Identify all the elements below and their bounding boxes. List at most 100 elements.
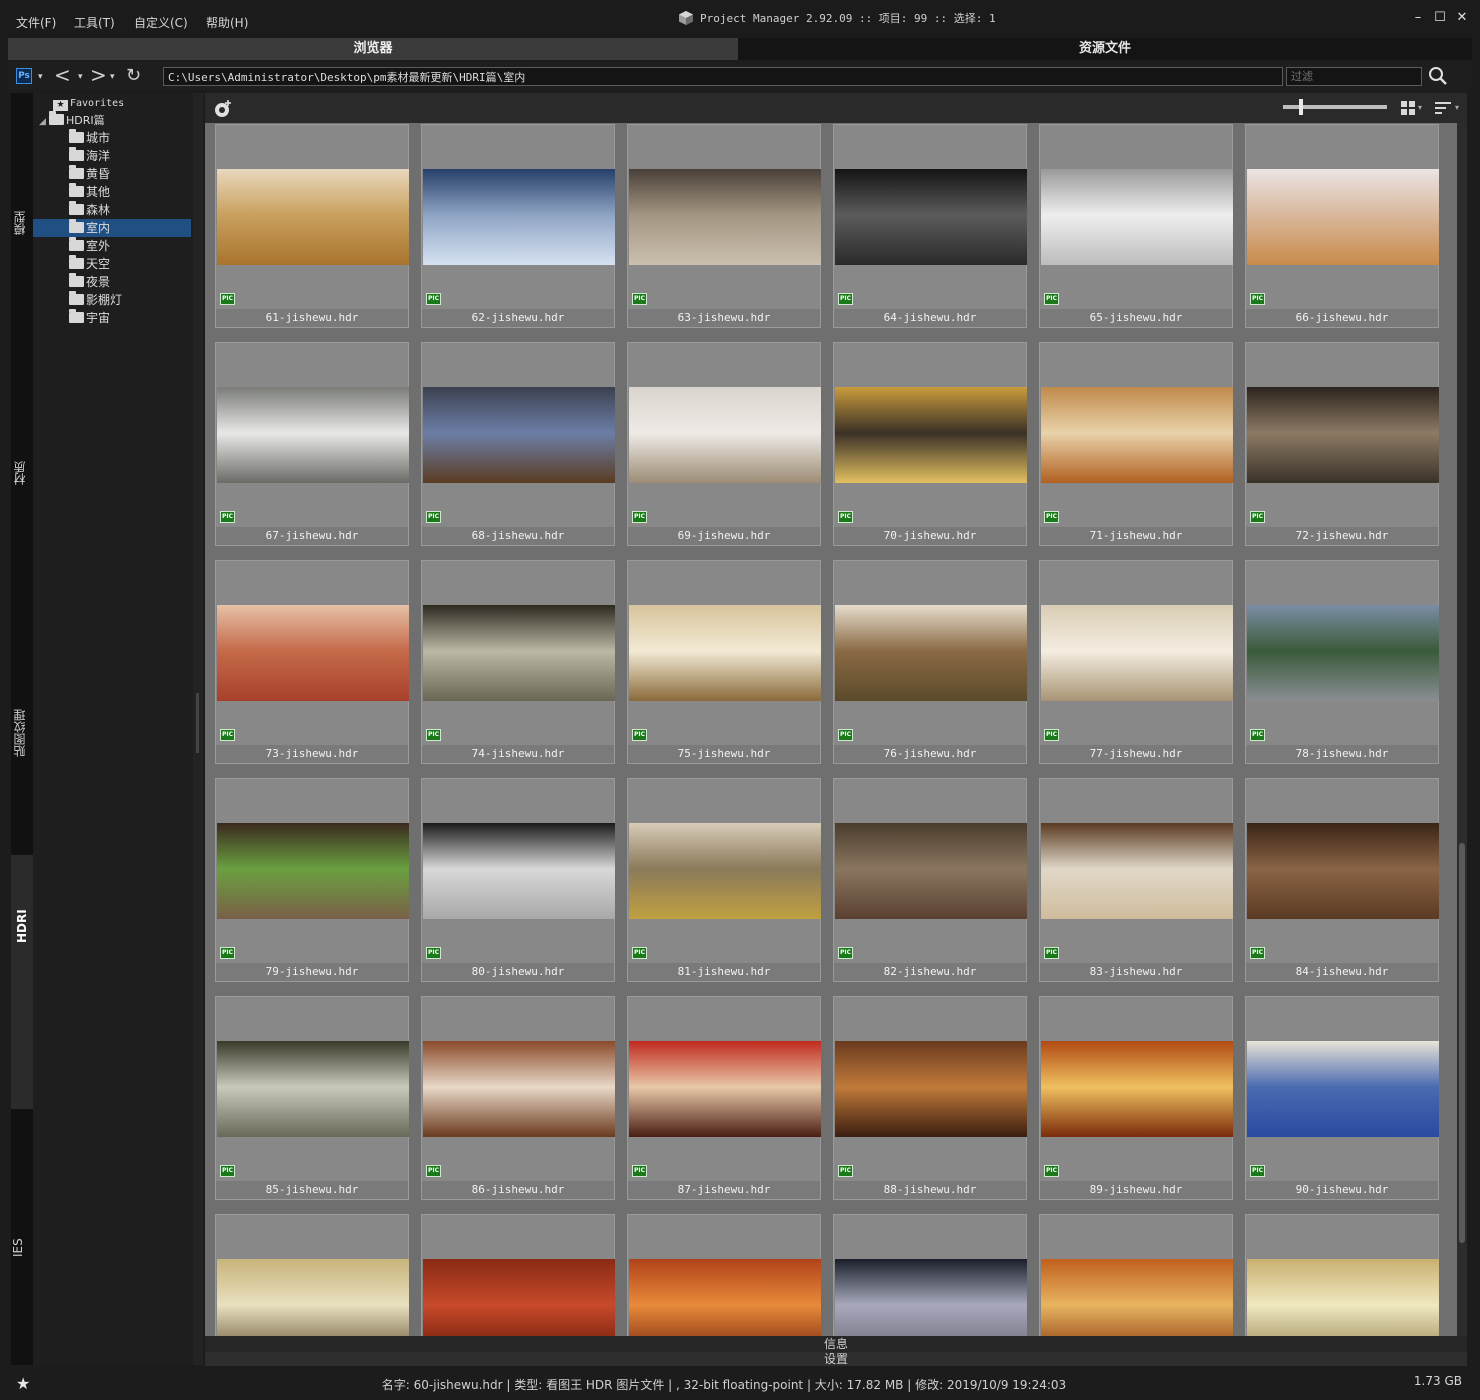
tree-folder[interactable]: 黄昏 — [69, 165, 110, 183]
tree-folder[interactable]: 城市 — [69, 129, 110, 147]
tree-folder[interactable]: 室内 — [33, 219, 191, 237]
tree-splitter[interactable] — [193, 93, 203, 1365]
thumbnail-item[interactable]: PIC 62-jishewu.hdr — [421, 124, 615, 328]
thumbnail-item[interactable]: PIC 80-jishewu.hdr — [421, 778, 615, 982]
menu-help[interactable]: 帮助(H) — [206, 14, 248, 31]
expand-arrow-icon[interactable]: ◢ — [39, 113, 49, 131]
thumbnail-item[interactable]: PIC 87-jishewu.hdr — [627, 996, 821, 1200]
thumbnail-item[interactable]: PIC 77-jishewu.hdr — [1039, 560, 1233, 764]
tree-folder[interactable]: 影棚灯 — [69, 291, 122, 309]
thumbnail-item[interactable] — [1039, 1214, 1233, 1336]
thumbnail-filename: 63-jishewu.hdr — [628, 309, 820, 327]
hdri-thumbnail — [629, 387, 821, 483]
grid-scrollbar-thumb[interactable] — [1459, 843, 1465, 1243]
tab-assets[interactable]: 资源文件 — [738, 38, 1472, 60]
chevron-down-icon[interactable]: ▾ — [38, 72, 43, 82]
tree-folder[interactable]: 海洋 — [69, 147, 110, 165]
title-bar: 文件(F) 工具(T) 自定义(C) 帮助(H) Project Manager… — [0, 0, 1480, 38]
thumbnail-filename: 66-jishewu.hdr — [1246, 309, 1438, 327]
filter-input[interactable] — [1286, 67, 1422, 86]
history-dropdown-icon[interactable]: ▾ — [78, 72, 83, 82]
hdri-thumbnail — [1247, 605, 1439, 701]
tree-folder[interactable]: 其他 — [69, 183, 110, 201]
tree-folder[interactable]: 森林 — [69, 201, 110, 219]
thumbnail-item[interactable]: PIC 83-jishewu.hdr — [1039, 778, 1233, 982]
search-icon[interactable] — [1428, 66, 1448, 86]
tree-favorites[interactable]: ★ Favorites — [53, 93, 124, 111]
thumbnail-item[interactable]: PIC 88-jishewu.hdr — [833, 996, 1027, 1200]
sort-icon[interactable] — [1435, 101, 1451, 115]
thumbnail-item[interactable]: PIC 86-jishewu.hdr — [421, 996, 615, 1200]
thumbnail-item[interactable]: PIC 79-jishewu.hdr — [215, 778, 409, 982]
pic-badge-icon: PIC — [1044, 947, 1059, 959]
thumbnail-item[interactable] — [421, 1214, 615, 1336]
view-grid-icon[interactable] — [1401, 101, 1415, 115]
thumbnail-filename: 90-jishewu.hdr — [1246, 1181, 1438, 1199]
folder-icon — [69, 201, 84, 215]
thumbnail-item[interactable]: PIC 75-jishewu.hdr — [627, 560, 821, 764]
grid-scrollbar[interactable] — [1457, 123, 1467, 1336]
thumbnail-item[interactable]: PIC 76-jishewu.hdr — [833, 560, 1027, 764]
thumbnail-filename: 67-jishewu.hdr — [216, 527, 408, 545]
thumbnail-item[interactable]: PIC 74-jishewu.hdr — [421, 560, 615, 764]
side-tab-models[interactable]: 模型 — [11, 193, 33, 253]
path-input[interactable] — [163, 67, 1283, 86]
thumbnail-item[interactable]: PIC 89-jishewu.hdr — [1039, 996, 1233, 1200]
thumbnail-item[interactable]: PIC 78-jishewu.hdr — [1245, 560, 1439, 764]
menu-tools[interactable]: 工具(T) — [74, 14, 115, 31]
thumbnail-item[interactable]: PIC 84-jishewu.hdr — [1245, 778, 1439, 982]
tree-folder[interactable]: 夜景 — [69, 273, 110, 291]
pic-badge-icon: PIC — [1250, 511, 1265, 523]
thumbnail-item[interactable]: PIC 67-jishewu.hdr — [215, 342, 409, 546]
thumbnail-item[interactable]: PIC 69-jishewu.hdr — [627, 342, 821, 546]
thumbnail-item[interactable]: PIC 70-jishewu.hdr — [833, 342, 1027, 546]
tree-folder[interactable]: 天空 — [69, 255, 110, 273]
thumbnail-item[interactable]: PIC 81-jishewu.hdr — [627, 778, 821, 982]
thumbnail-item[interactable] — [1245, 1214, 1439, 1336]
settings-panel-header[interactable]: 设置 — [205, 1352, 1467, 1366]
folder-icon — [69, 219, 84, 233]
tree-root[interactable]: ◢ HDRI篇 — [39, 111, 105, 129]
sort-dropdown-icon[interactable]: ▾ — [1455, 103, 1459, 112]
side-tab-hdri[interactable]: HDRI — [11, 855, 33, 1109]
thumbnail-item[interactable]: PIC 73-jishewu.hdr — [215, 560, 409, 764]
status-bar: ★ 名字: 60-jishewu.hdr | 类型: 看图王 HDR 图片文件 … — [0, 1366, 1480, 1400]
refresh-icon[interactable]: ↻ — [126, 65, 141, 86]
thumbnail-item[interactable]: PIC 82-jishewu.hdr — [833, 778, 1027, 982]
thumbnail-item[interactable]: PIC 68-jishewu.hdr — [421, 342, 615, 546]
side-tab-textures[interactable]: 贴图纹理 — [11, 693, 33, 773]
thumbnail-item[interactable]: PIC 90-jishewu.hdr — [1245, 996, 1439, 1200]
thumbnail-item[interactable]: PIC 63-jishewu.hdr — [627, 124, 821, 328]
menu-file[interactable]: 文件(F) — [16, 14, 56, 31]
tree-folder[interactable]: 宇宙 — [69, 309, 110, 327]
forward-dropdown-icon[interactable]: ▾ — [110, 72, 115, 82]
back-icon[interactable]: < — [54, 63, 71, 87]
hdri-thumbnail — [629, 1041, 821, 1137]
thumbnail-item[interactable]: PIC 65-jishewu.hdr — [1039, 124, 1233, 328]
thumbnail-item[interactable]: PIC 66-jishewu.hdr — [1245, 124, 1439, 328]
photoshop-icon[interactable]: Ps — [16, 68, 32, 84]
refresh-add-icon[interactable] — [213, 99, 233, 119]
side-tab-materials[interactable]: 材质 — [11, 443, 33, 503]
maximize-icon[interactable]: ☐ — [1432, 10, 1448, 26]
thumbnail-item[interactable] — [627, 1214, 821, 1336]
thumbnail-item[interactable] — [215, 1214, 409, 1336]
info-panel-header[interactable]: 信息 — [205, 1336, 1467, 1352]
minimize-icon[interactable]: – — [1410, 10, 1426, 26]
zoom-slider-handle[interactable] — [1299, 99, 1303, 115]
folder-icon — [69, 273, 84, 287]
forward-icon[interactable]: > — [90, 63, 107, 87]
thumbnail-item[interactable] — [833, 1214, 1027, 1336]
splitter-grip[interactable] — [196, 693, 199, 753]
close-icon[interactable]: ✕ — [1454, 10, 1470, 26]
tab-browser[interactable]: 浏览器 — [8, 38, 738, 60]
menu-customize[interactable]: 自定义(C) — [134, 14, 188, 31]
thumbnail-item[interactable]: PIC 64-jishewu.hdr — [833, 124, 1027, 328]
thumbnail-item[interactable]: PIC 72-jishewu.hdr — [1245, 342, 1439, 546]
side-tab-ies[interactable]: IES — [11, 1223, 33, 1273]
thumbnail-item[interactable]: PIC 85-jishewu.hdr — [215, 996, 409, 1200]
thumbnail-item[interactable]: PIC 61-jishewu.hdr — [215, 124, 409, 328]
view-dropdown-icon[interactable]: ▾ — [1418, 103, 1422, 112]
thumbnail-item[interactable]: PIC 71-jishewu.hdr — [1039, 342, 1233, 546]
tree-folder[interactable]: 室外 — [69, 237, 110, 255]
